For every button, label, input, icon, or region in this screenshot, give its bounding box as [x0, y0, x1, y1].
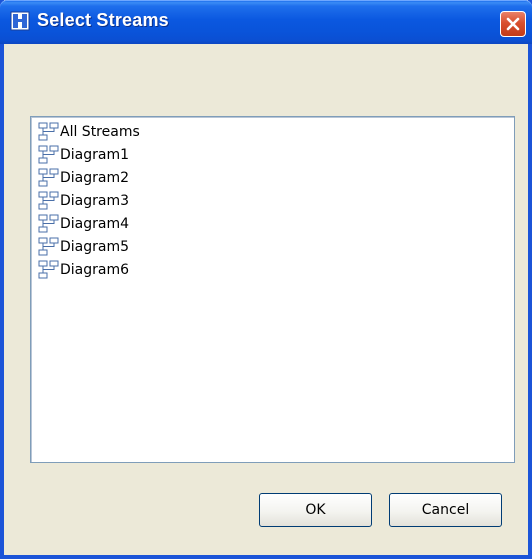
dialog-body: All Streams Diagram1 Diagram2 Diagram3 D…	[4, 44, 528, 555]
select-streams-dialog: Select Streams All Streams Diagram1 Diag…	[0, 0, 532, 559]
window-title: Select Streams	[37, 10, 169, 30]
window-icon	[10, 11, 30, 31]
tree-hierarchy-icon	[38, 145, 59, 164]
tree-hierarchy-icon	[38, 122, 59, 141]
list-item-label: All Streams	[60, 124, 140, 140]
list-item-diagram2[interactable]: Diagram2	[38, 167, 129, 189]
list-item-all-streams[interactable]: All Streams	[38, 121, 140, 143]
list-item-label: Diagram4	[60, 216, 130, 232]
list-item-diagram6[interactable]: Diagram6	[38, 259, 129, 281]
title-bar[interactable]: Select Streams	[0, 0, 532, 44]
cancel-button[interactable]: Cancel	[389, 493, 502, 527]
ok-button[interactable]: OK	[259, 493, 372, 527]
list-item-diagram5[interactable]: Diagram5	[38, 236, 129, 258]
list-item-label: Diagram6	[60, 262, 130, 278]
tree-hierarchy-icon	[38, 260, 59, 279]
tree-hierarchy-icon	[38, 214, 59, 233]
list-item-diagram1[interactable]: Diagram1	[38, 144, 129, 166]
list-item-label: Diagram5	[60, 239, 130, 255]
tree-hierarchy-icon	[38, 237, 59, 256]
tree-hierarchy-icon	[38, 168, 59, 187]
list-item-diagram4[interactable]: Diagram4	[38, 213, 129, 235]
stream-list[interactable]: All Streams Diagram1 Diagram2 Diagram3 D…	[30, 116, 515, 463]
list-item-label: Diagram1	[60, 147, 130, 163]
list-item-label: Diagram2	[60, 170, 130, 186]
close-icon	[506, 17, 520, 31]
close-button[interactable]	[500, 11, 526, 37]
list-item-diagram3[interactable]: Diagram3	[38, 190, 129, 212]
list-item-label: Diagram3	[60, 193, 130, 209]
tree-hierarchy-icon	[38, 191, 59, 210]
